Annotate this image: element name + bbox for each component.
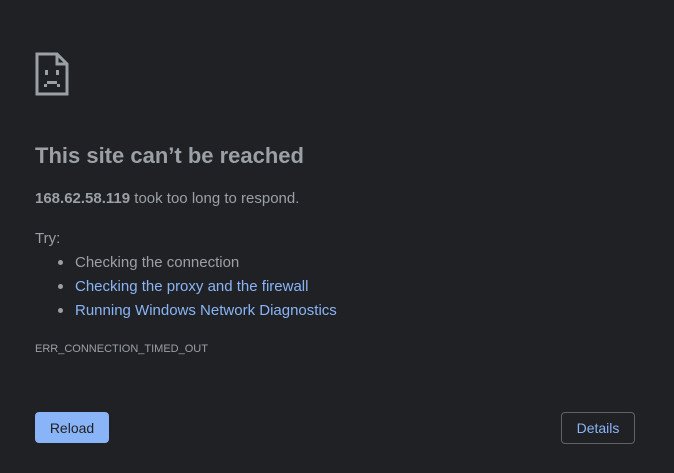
- error-message: took too long to respond.: [130, 190, 300, 207]
- try-label: Try:: [35, 230, 61, 247]
- network-diagnostics-link[interactable]: Running Windows Network Diagnostics: [75, 302, 337, 319]
- page-title: This site can’t be reached: [35, 143, 304, 168]
- suggestion-check-proxy: Checking the proxy and the firewall: [35, 277, 337, 301]
- suggestion-check-connection: Checking the connection: [35, 253, 337, 277]
- suggestion-label: Checking the connection: [75, 254, 240, 271]
- bullet-icon: [58, 308, 63, 313]
- sad-page-icon: [35, 52, 69, 96]
- error-description: 168.62.58.119 took too long to respond.: [35, 190, 299, 207]
- bullet-icon: [58, 284, 63, 289]
- details-button[interactable]: Details: [561, 412, 635, 444]
- bullet-icon: [58, 260, 63, 265]
- error-code: ERR_CONNECTION_TIMED_OUT: [35, 343, 208, 355]
- reload-button[interactable]: Reload: [35, 412, 109, 443]
- suggestion-list: Checking the connection Checking the pro…: [35, 253, 337, 325]
- host-address: 168.62.58.119: [35, 190, 131, 207]
- check-proxy-link[interactable]: Checking the proxy and the firewall: [75, 278, 308, 295]
- suggestion-network-diagnostics: Running Windows Network Diagnostics: [35, 301, 337, 325]
